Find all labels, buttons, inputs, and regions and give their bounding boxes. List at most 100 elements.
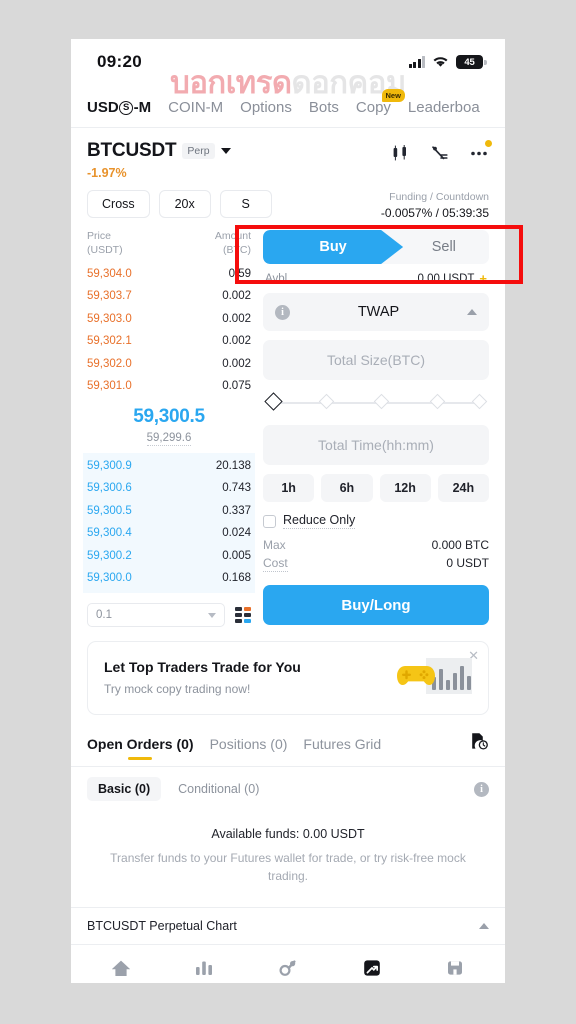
tab-futures[interactable]: Futures: [330, 956, 414, 983]
order-history-icon[interactable]: [469, 731, 489, 766]
order-book-row-ask[interactable]: 59,303.7 0.002: [87, 286, 251, 309]
reduce-only-checkbox[interactable]: [263, 514, 276, 528]
nav-tab-bots[interactable]: Bots: [309, 99, 339, 116]
promo-banner[interactable]: ✕ Let Top Traders Trade for You Try mock…: [87, 641, 489, 716]
submit-order-button[interactable]: Buy/Long: [263, 585, 489, 625]
wifi-icon: [432, 56, 449, 68]
chart-collapse-bar[interactable]: BTCUSDT Perpetual Chart: [71, 907, 505, 946]
slider-mark[interactable]: [318, 393, 334, 410]
order-book-mid-price[interactable]: 59,300.5 59,299.6: [87, 398, 251, 453]
chevron-up-icon[interactable]: [479, 923, 489, 930]
order-book-controls: 0.1: [87, 603, 251, 628]
slider-mark[interactable]: [471, 393, 488, 410]
order-book-row-bid[interactable]: 59,300.2 0.005: [87, 545, 251, 568]
symbol-change-pct: -1.97%: [87, 166, 127, 180]
plus-icon[interactable]: +: [479, 272, 487, 285]
order-type-selector[interactable]: i TWAP: [263, 293, 489, 331]
mark-price: 59,299.6: [146, 432, 192, 447]
order-book-row-ask[interactable]: 59,302.1 0.002: [87, 331, 251, 354]
tab-markets[interactable]: Markets: [163, 956, 247, 983]
tab-positions[interactable]: Positions (0): [210, 736, 288, 762]
avbl-value-group[interactable]: 0.00 USDT +: [418, 272, 487, 285]
asset-mode-button[interactable]: S: [219, 190, 272, 218]
slider-handle[interactable]: [264, 392, 283, 411]
symbol-info[interactable]: BTCUSDT Perp -1.97%: [87, 140, 391, 180]
futures-icon: [330, 956, 414, 980]
total-size-input[interactable]: Total Size(BTC): [263, 340, 489, 380]
order-book: Price (USDT) Amount (BTC) 59,304.0 0.59 5…: [83, 230, 255, 628]
trade-settings-row: Cross 20x S Funding / Countdown -0.0057%…: [71, 188, 505, 220]
time-preset-12h[interactable]: 12h: [379, 474, 431, 502]
order-book-row-ask[interactable]: 59,303.0 0.002: [87, 308, 251, 331]
usds-circle-icon: S: [119, 100, 134, 115]
reduce-only-row[interactable]: Reduce Only: [263, 513, 489, 529]
order-book-row-bid[interactable]: 59,300.4 0.024: [87, 523, 251, 546]
nav-tab-usds-m[interactable]: USD S -M: [87, 99, 151, 116]
info-icon[interactable]: i: [275, 304, 290, 320]
trade-settings-chips[interactable]: Cross 20x S: [87, 190, 272, 218]
orders-tabs[interactable]: Open Orders (0) Positions (0) Futures Gr…: [71, 715, 505, 766]
size-percent-slider[interactable]: [264, 390, 488, 416]
more-options-icon[interactable]: [469, 140, 492, 167]
slider-mark[interactable]: [373, 393, 390, 410]
battery-indicator: 45: [456, 55, 487, 69]
order-book-row-ask[interactable]: 59,304.0 0.59: [87, 263, 251, 286]
subtab-conditional[interactable]: Conditional (0): [167, 777, 270, 801]
nav-label-usd: USD: [87, 99, 119, 116]
order-book-row-bid[interactable]: 59,300.6 0.743: [87, 478, 251, 501]
time-preset-24h[interactable]: 24h: [437, 474, 489, 502]
margin-mode-button[interactable]: Cross: [87, 190, 150, 218]
cost-label: Cost: [263, 556, 288, 572]
slider-mark[interactable]: [429, 393, 445, 410]
max-row: Max 0.000 BTC: [263, 538, 489, 552]
available-balance-row: Avbl 0.00 USDT +: [263, 264, 489, 291]
order-book-row-bid[interactable]: 59,300.0 0.168: [87, 568, 251, 591]
symbol-selector[interactable]: BTCUSDT Perp: [87, 140, 391, 162]
home-icon: [79, 956, 163, 980]
subtab-basic[interactable]: Basic (0): [87, 777, 162, 802]
total-time-input[interactable]: Total Time(hh:mm): [263, 425, 489, 465]
leverage-button[interactable]: 20x: [158, 190, 211, 218]
tab-wallets[interactable]: Wallets: [413, 956, 497, 983]
order-book-row-ask[interactable]: 59,302.0 0.002: [87, 353, 251, 376]
order-book-row-bid[interactable]: 59,300.5 0.337: [87, 500, 251, 523]
order-book-header: Price (USDT) Amount (BTC): [87, 230, 251, 257]
screenshot-canvas: 09:20 45 บอกเทรดดอกคอม USD S -M COIN-M Opt…: [0, 0, 576, 1024]
time-preset-group[interactable]: 1h 6h 12h 24h: [263, 474, 489, 502]
max-label: Max: [263, 538, 286, 552]
nav-tab-leaderboard[interactable]: Leaderboa: [408, 99, 480, 116]
order-book-bids[interactable]: 59,300.9 20.138 59,300.6 0.743 59,300.5 0.3…: [83, 453, 255, 594]
time-preset-1h[interactable]: 1h: [263, 474, 315, 502]
tab-futures-grid[interactable]: Futures Grid: [303, 736, 381, 762]
order-book-asks[interactable]: 59,304.0 0.59 59,303.7 0.002 59,303.0 0.002…: [87, 263, 251, 398]
tab-home[interactable]: Home: [79, 956, 163, 983]
cost-row: Cost 0 USDT: [263, 556, 489, 572]
sell-tab[interactable]: Sell: [399, 230, 489, 264]
chevron-up-icon[interactable]: [467, 309, 477, 315]
depth-view-icon[interactable]: [235, 607, 251, 624]
candlestick-chart-icon[interactable]: [391, 144, 411, 167]
new-badge: New: [381, 89, 405, 102]
time-preset-6h[interactable]: 6h: [321, 474, 373, 502]
orders-subtabs[interactable]: Basic (0) Conditional (0) i: [71, 767, 505, 802]
top-nav[interactable]: USD S -M COIN-M Options Bots Copy New Leade…: [71, 85, 505, 128]
funding-countdown[interactable]: Funding / Countdown -0.0057% / 05:39:35: [381, 190, 489, 220]
trade-swap-icon: [246, 956, 330, 980]
order-book-row-ask[interactable]: 59,301.0 0.075: [87, 376, 251, 399]
info-icon[interactable]: i: [474, 781, 489, 797]
tab-trade[interactable]: Trade: [246, 956, 330, 983]
nav-tab-coin-m[interactable]: COIN-M: [168, 99, 223, 116]
buy-tab[interactable]: Buy: [263, 230, 403, 264]
tab-open-orders[interactable]: Open Orders (0): [87, 736, 194, 762]
nav-tab-options[interactable]: Options: [240, 99, 292, 116]
notification-dot: [485, 140, 492, 147]
bottom-tab-bar[interactable]: Home Markets Trade Futures: [71, 945, 505, 983]
order-book-row-bid[interactable]: 59,300.9 20.138: [87, 455, 251, 478]
calculator-icon[interactable]: [430, 144, 450, 167]
status-bar: 09:20 45: [71, 39, 505, 85]
symbol-actions[interactable]: [391, 140, 492, 167]
tick-size-dropdown[interactable]: 0.1: [87, 603, 225, 628]
buy-sell-toggle[interactable]: Buy Sell: [263, 230, 489, 264]
nav-tab-copy[interactable]: Copy New: [356, 89, 405, 116]
chevron-down-icon[interactable]: [220, 148, 231, 154]
